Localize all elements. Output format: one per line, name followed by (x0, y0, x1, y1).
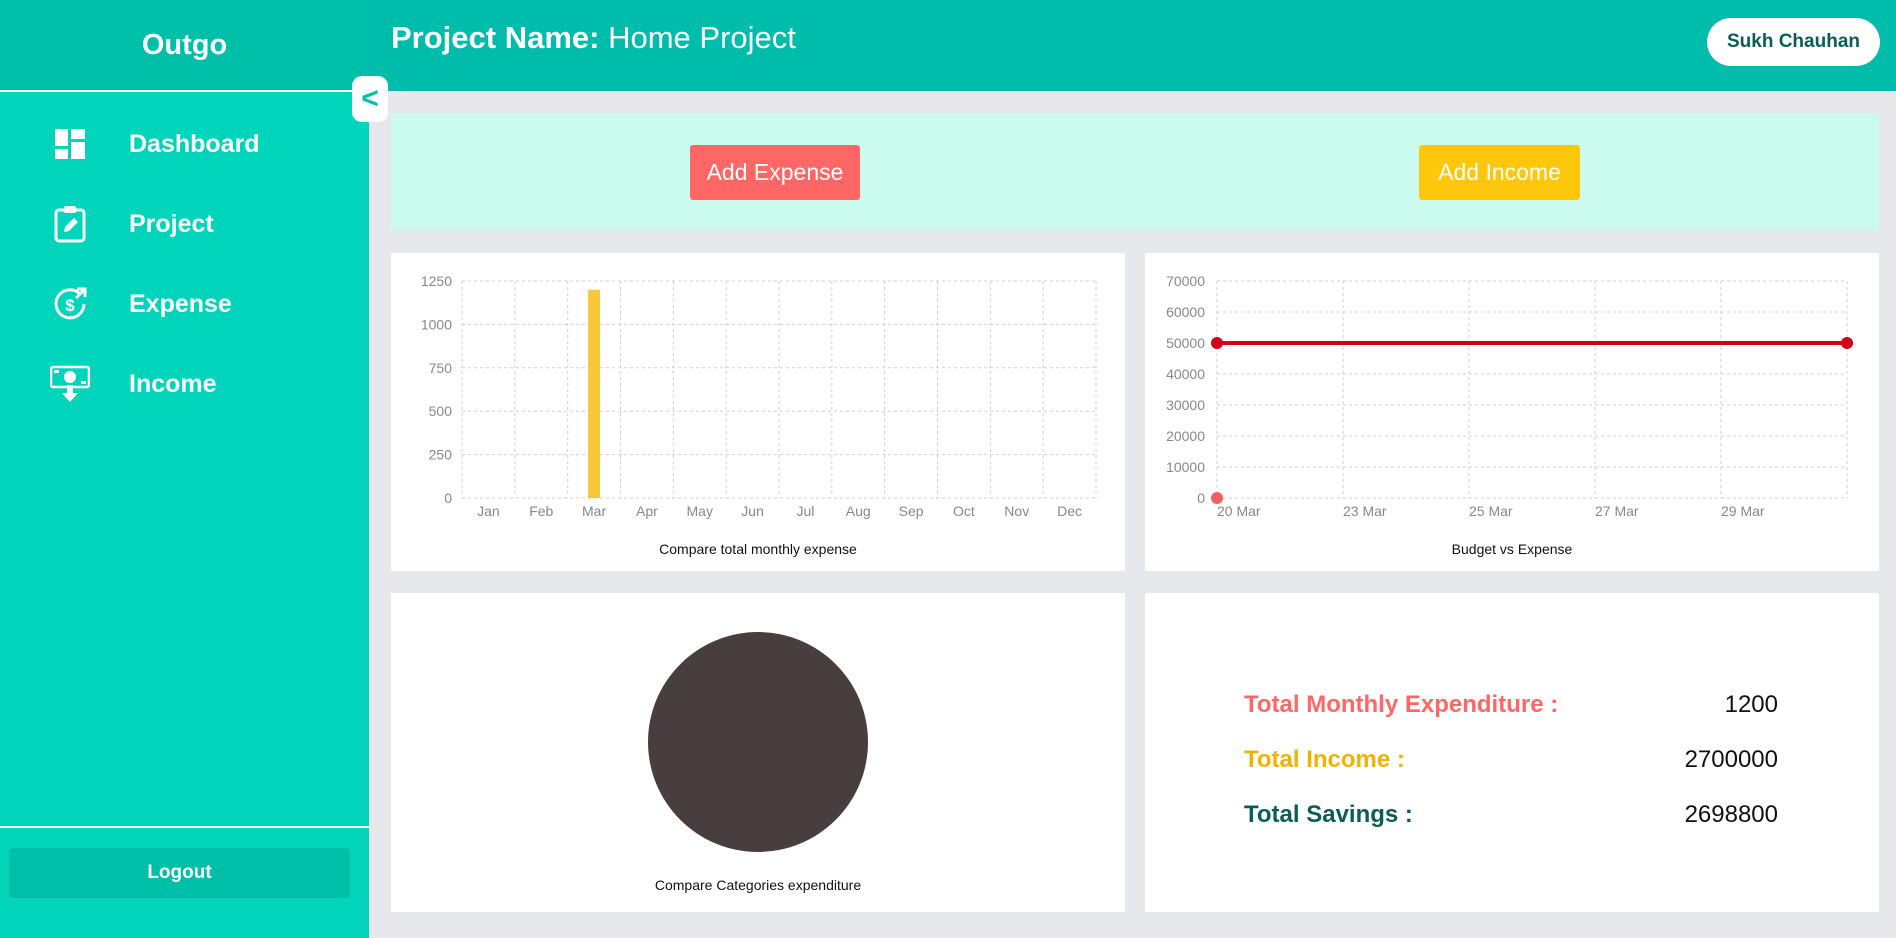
stat-value: 2698800 (1684, 800, 1778, 828)
sidebar-item-label: Income (129, 369, 217, 398)
project-name-value: Home Project (608, 20, 796, 55)
monthly-expense-bar-chart: 0 250 500 750 1000 1250 Jan Feb Mar Apr May Jun Jul A… (421, 273, 1097, 519)
x-tick-label: Jun (741, 503, 764, 519)
y-tick-label: 1250 (421, 273, 452, 289)
x-tick-label: Apr (636, 503, 658, 519)
y-tick-label: 20000 (1166, 428, 1205, 444)
page-title: Project Name: Home Project (391, 20, 796, 56)
sidebar-item-dashboard[interactable]: Dashboard (0, 104, 369, 184)
x-tick-label: Dec (1057, 503, 1082, 519)
x-tick-label: Sep (899, 503, 924, 519)
y-tick-label: 40000 (1166, 366, 1205, 382)
money-download-icon (50, 364, 90, 404)
x-tick-label: Feb (529, 503, 553, 519)
sidebar-item-label: Expense (129, 289, 232, 318)
x-tick-label: May (687, 503, 713, 519)
chart-caption: Compare Categories expenditure (654, 877, 862, 893)
svg-text:$: $ (65, 296, 75, 315)
x-tick-label: Mar (582, 503, 606, 519)
stat-row-income: Total Income : 2700000 (1244, 732, 1778, 787)
stat-row-savings: Total Savings : 2698800 (1244, 787, 1778, 842)
stat-value: 1200 (1724, 690, 1778, 718)
category-expense-chart-card: Compare Categories expenditure (391, 593, 1125, 912)
clipboard-edit-icon (50, 204, 90, 244)
stat-label: Total Savings : (1244, 800, 1413, 828)
sidebar-item-project[interactable]: Project (0, 184, 369, 264)
sidebar: Outgo Dashboard Project $ Expense Income (0, 0, 369, 938)
brand-logo: Outgo (0, 0, 369, 92)
x-tick-label: Jul (796, 503, 814, 519)
stats-list: Total Monthly Expenditure : 1200 Total I… (1244, 677, 1778, 842)
sidebar-item-label: Project (129, 209, 214, 238)
action-panel: Add Expense Add Income (391, 113, 1879, 230)
y-tick-label: 1000 (421, 316, 452, 332)
budget-expense-chart-card: 0 10000 20000 30000 40000 50000 60000 70000 20 M… (1145, 253, 1879, 571)
add-expense-button[interactable]: Add Expense (690, 145, 860, 200)
y-tick-label: 250 (429, 447, 453, 463)
y-tick-label: 500 (429, 403, 453, 419)
user-menu-button[interactable]: Sukh Chauhan (1706, 18, 1880, 66)
x-tick-label: Oct (953, 503, 975, 519)
bar (588, 289, 601, 498)
x-tick-label: 20 Mar (1217, 503, 1261, 519)
logout-button[interactable]: Logout (9, 848, 350, 898)
x-tick-label: 27 Mar (1595, 503, 1639, 519)
y-tick-label: 70000 (1166, 273, 1205, 289)
add-income-button[interactable]: Add Income (1419, 145, 1580, 200)
top-header: Project Name: Home Project Sukh Chauhan (369, 0, 1896, 91)
chart-caption: Budget vs Expense (1451, 541, 1573, 557)
y-tick-label: 60000 (1166, 304, 1205, 320)
chart-caption: Compare total monthly expense (659, 541, 857, 557)
dollar-cycle-icon: $ (50, 284, 90, 324)
dashboard-icon (50, 124, 90, 164)
budget-point (1841, 337, 1853, 349)
budget-vs-expense-line-chart: 0 10000 20000 30000 40000 50000 60000 70000 20 M… (1166, 273, 1853, 519)
y-tick-label: 0 (444, 490, 452, 506)
x-tick-label: Nov (1004, 503, 1029, 519)
category-pie-chart (648, 632, 868, 852)
pie-slice (648, 632, 868, 852)
x-tick-label: 25 Mar (1469, 503, 1513, 519)
x-tick-label: 23 Mar (1343, 503, 1387, 519)
stat-value: 2700000 (1684, 745, 1778, 773)
summary-stats-card: Total Monthly Expenditure : 1200 Total I… (1145, 593, 1879, 912)
collapse-sidebar-button[interactable]: < (352, 76, 388, 122)
stat-row-expenditure: Total Monthly Expenditure : 1200 (1244, 677, 1778, 732)
y-tick-label: 10000 (1166, 459, 1205, 475)
sidebar-footer: Logout (0, 826, 369, 938)
sidebar-item-expense[interactable]: $ Expense (0, 264, 369, 344)
x-tick-label: Aug (846, 503, 871, 519)
x-tick-label: 29 Mar (1721, 503, 1765, 519)
sidebar-nav: Dashboard Project $ Expense Income (0, 92, 369, 424)
expense-point (1211, 492, 1223, 504)
y-tick-label: 750 (429, 360, 453, 376)
y-tick-label: 30000 (1166, 397, 1205, 413)
monthly-expense-chart-card: 0 250 500 750 1000 1250 Jan Feb Mar Apr May Jun Jul A… (391, 253, 1125, 571)
y-tick-label: 50000 (1166, 335, 1205, 351)
stat-label: Total Monthly Expenditure : (1244, 690, 1559, 718)
sidebar-item-income[interactable]: Income (0, 344, 369, 424)
sidebar-item-label: Dashboard (129, 129, 260, 158)
stat-label: Total Income : (1244, 745, 1405, 773)
x-tick-label: Jan (477, 503, 500, 519)
budget-point (1211, 337, 1223, 349)
y-tick-label: 0 (1197, 490, 1205, 506)
project-name-label: Project Name: (391, 20, 600, 55)
